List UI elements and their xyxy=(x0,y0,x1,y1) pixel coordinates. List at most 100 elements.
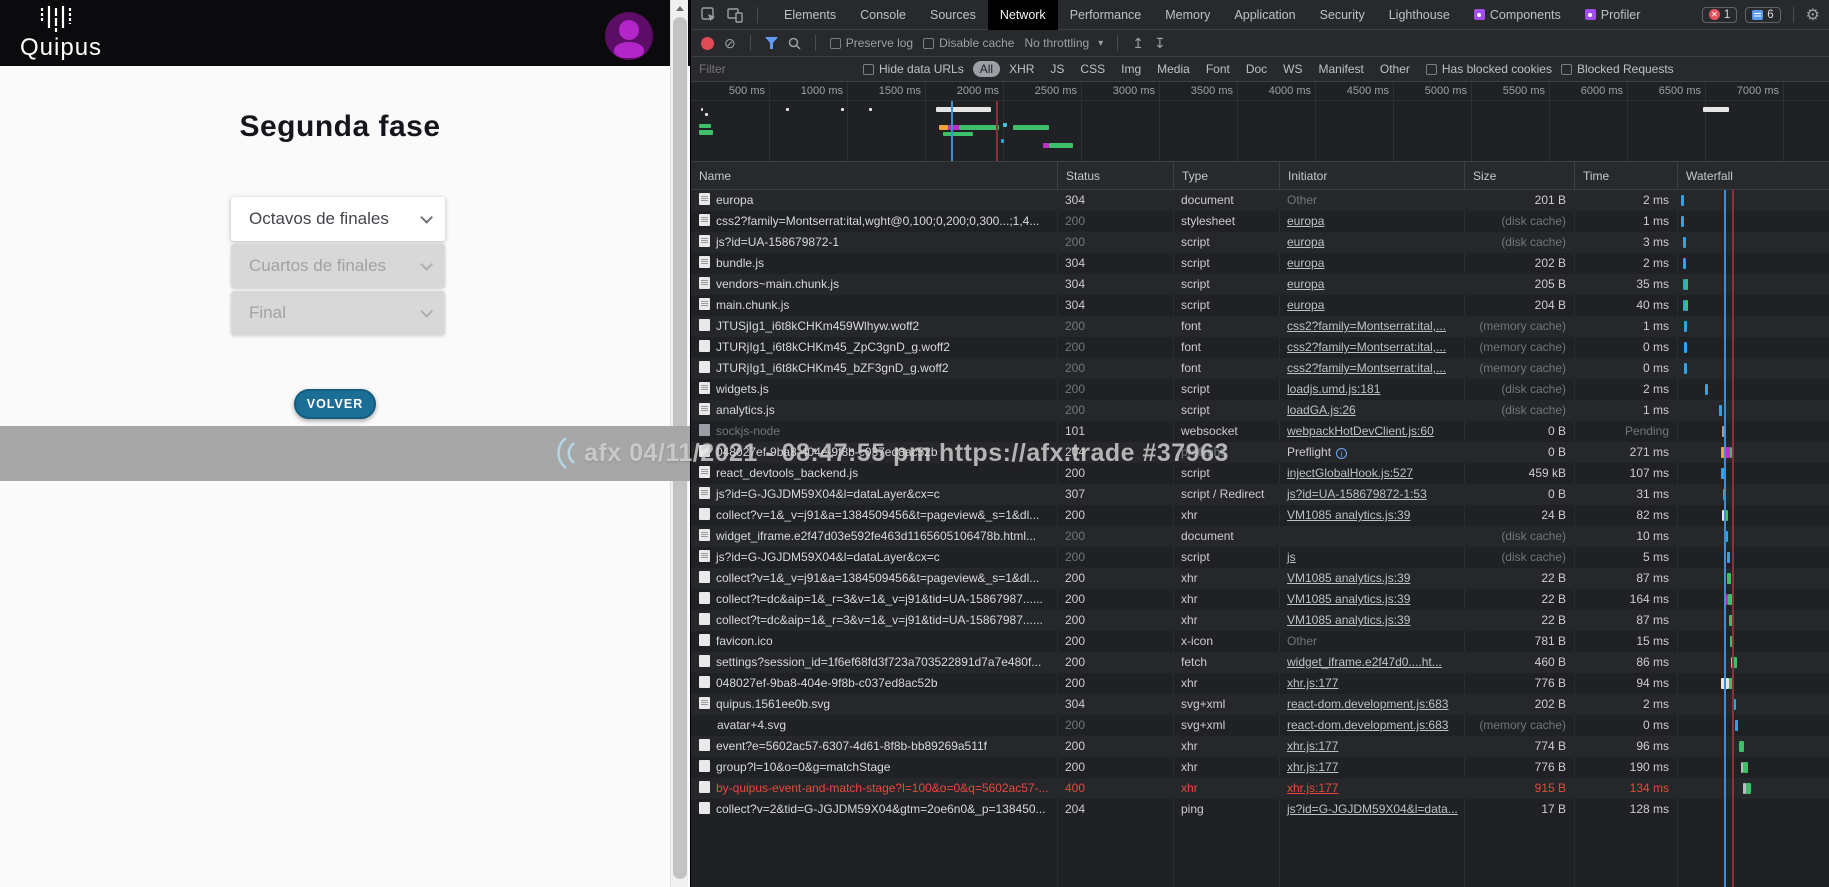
table-row[interactable]: group?l=10&o=0&g=matchStage 200 xhr xhr.js:… xyxy=(691,757,1829,778)
initiator-link[interactable]: loadjs.umd.js:181 xyxy=(1287,382,1380,396)
initiator-cell[interactable]: VM1085 analytics.js:39 xyxy=(1279,505,1464,526)
request-name-cell[interactable]: JTUSjIg1_i6t8kCHKm459Wlhyw.woff2 xyxy=(691,316,1057,337)
initiator-cell[interactable]: xhr.js:177 xyxy=(1279,757,1464,778)
initiator-link[interactable]: widget_iframe.e2f47d0....ht... xyxy=(1287,655,1442,669)
initiator-link[interactable]: xhr.js:177 xyxy=(1287,781,1338,795)
request-name-cell[interactable]: collect?t=dc&aip=1&_r=3&v=1&_v=j91&tid=U… xyxy=(691,589,1057,610)
scroll-up-arrow-icon[interactable] xyxy=(671,0,689,16)
initiator-cell[interactable]: europa xyxy=(1279,295,1464,316)
request-name-cell[interactable]: avatar+4.svg xyxy=(691,715,1057,736)
table-row[interactable]: js?id=G-JGJDM59X04&l=dataLayer&cx=c 307 sc… xyxy=(691,484,1829,505)
table-row[interactable]: avatar+4.svg 200 svg+xml react-dom.developm… xyxy=(691,715,1829,736)
initiator-link[interactable]: VM1085 analytics.js:39 xyxy=(1287,571,1410,585)
initiator-cell[interactable]: css2?family=Montserrat:ital,... xyxy=(1279,337,1464,358)
column-header-name[interactable]: Name xyxy=(691,162,1057,190)
tab-console[interactable]: Console xyxy=(848,0,918,30)
column-header-waterfall[interactable]: Waterfall xyxy=(1677,162,1829,190)
disable-cache-checkbox[interactable]: Disable cache xyxy=(923,36,1014,50)
hide-data-urls-checkbox[interactable]: Hide data URLs xyxy=(863,62,964,76)
request-name-cell[interactable]: favicon.ico xyxy=(691,631,1057,652)
request-name-cell[interactable]: collect?v=1&_v=j91&a=1384509456&t=pagevi… xyxy=(691,568,1057,589)
initiator-cell[interactable]: xhr.js:177 xyxy=(1279,778,1464,799)
filter-type-ws[interactable]: WS xyxy=(1276,61,1309,77)
table-row[interactable]: quipus.1561ee0b.svg 304 svg+xml react-dom.d… xyxy=(691,694,1829,715)
table-row[interactable]: js?id=UA-158679872-1 200 script europa (disk… xyxy=(691,232,1829,253)
tab-sources[interactable]: Sources xyxy=(918,0,988,30)
table-row[interactable]: analytics.js 200 script loadGA.js:26 (disk c… xyxy=(691,400,1829,421)
initiator-cell[interactable]: VM1085 analytics.js:39 xyxy=(1279,589,1464,610)
initiator-link[interactable]: europa xyxy=(1287,277,1324,291)
tab-components[interactable]: Components xyxy=(1462,0,1573,30)
initiator-link[interactable]: react-dom.development.js:683 xyxy=(1287,718,1448,732)
table-row[interactable]: css2?family=Montserrat:ital,wght@0,100;0… xyxy=(691,211,1829,232)
request-name-cell[interactable]: bundle.js xyxy=(691,253,1057,274)
request-name-cell[interactable]: collect?t=dc&aip=1&_r=3&v=1&_v=j91&tid=U… xyxy=(691,610,1057,631)
request-name-cell[interactable]: analytics.js xyxy=(691,400,1057,421)
export-har-icon[interactable]: ↧ xyxy=(1154,35,1166,52)
column-header-size[interactable]: Size xyxy=(1464,162,1574,190)
initiator-cell[interactable]: xhr.js:177 xyxy=(1279,673,1464,694)
accordion-item-final[interactable]: Final xyxy=(231,291,445,335)
tab-memory[interactable]: Memory xyxy=(1153,0,1222,30)
initiator-cell[interactable]: europa xyxy=(1279,274,1464,295)
filter-type-css[interactable]: CSS xyxy=(1073,61,1112,77)
initiator-cell[interactable]: react-dom.development.js:683 xyxy=(1279,715,1464,736)
network-overview-timeline[interactable]: 500 ms 1000 ms 1500 ms 2000 ms 2500 ms 3000 m… xyxy=(691,82,1829,162)
filter-type-other[interactable]: Other xyxy=(1373,61,1417,77)
table-row[interactable]: collect?t=dc&aip=1&_r=3&v=1&_v=j91&tid=U… xyxy=(691,610,1829,631)
initiator-cell[interactable]: js?id=G-JGJDM59X04&l=data... xyxy=(1279,799,1464,820)
initiator-cell[interactable]: europa xyxy=(1279,211,1464,232)
request-name-cell[interactable]: JTURjIg1_i6t8kCHKm45_bZF3gnD_g.woff2 xyxy=(691,358,1057,379)
table-row[interactable]: europa 304 document Other 201 B 2 ms xyxy=(691,190,1829,211)
filter-type-js[interactable]: JS xyxy=(1043,61,1071,77)
initiator-cell[interactable]: webpackHotDevClient.js:60 xyxy=(1279,421,1464,442)
initiator-link[interactable]: VM1085 analytics.js:39 xyxy=(1287,508,1410,522)
table-row[interactable]: widget_iframe.e2f47d03e592fe463d11656051… xyxy=(691,526,1829,547)
table-row[interactable]: vendors~main.chunk.js 304 script europa 205 … xyxy=(691,274,1829,295)
search-icon[interactable] xyxy=(788,37,801,50)
initiator-link[interactable]: europa xyxy=(1287,235,1324,249)
quipus-logo[interactable]: Quipus xyxy=(20,6,102,62)
filter-type-manifest[interactable]: Manifest xyxy=(1312,61,1371,77)
initiator-cell[interactable]: widget_iframe.e2f47d0....ht... xyxy=(1279,652,1464,673)
filter-type-all[interactable]: All xyxy=(972,61,1001,77)
error-count-badge[interactable]: ✕ 1 xyxy=(1701,6,1738,23)
table-row[interactable]: favicon.ico 200 x-icon Other 781 B 15 ms xyxy=(691,631,1829,652)
initiator-cell[interactable]: europa xyxy=(1279,253,1464,274)
initiator-link[interactable]: js?id=UA-158679872-1:53 xyxy=(1287,487,1427,501)
request-name-cell[interactable]: collect?v=1&_v=j91&a=1384509456&t=pagevi… xyxy=(691,505,1057,526)
filter-type-xhr[interactable]: XHR xyxy=(1002,61,1041,77)
initiator-cell[interactable]: loadGA.js:26 xyxy=(1279,400,1464,421)
import-har-icon[interactable]: ↥ xyxy=(1132,35,1144,52)
request-name-cell[interactable]: event?e=5602ac57-6307-4d61-8f8b-bb89269a… xyxy=(691,736,1057,757)
filter-type-font[interactable]: Font xyxy=(1199,61,1237,77)
table-row[interactable]: JTUSjIg1_i6t8kCHKm459Wlhyw.woff2 200 font c… xyxy=(691,316,1829,337)
initiator-link[interactable]: europa xyxy=(1287,214,1324,228)
accordion-item-cuartos-de-finales[interactable]: Cuartos de finales xyxy=(231,244,445,288)
device-toolbar-icon[interactable] xyxy=(727,7,743,23)
initiator-cell[interactable]: VM1085 analytics.js:39 xyxy=(1279,568,1464,589)
initiator-cell[interactable]: react-dom.development.js:683 xyxy=(1279,694,1464,715)
initiator-link[interactable]: xhr.js:177 xyxy=(1287,760,1338,774)
request-name-cell[interactable]: europa xyxy=(691,190,1057,211)
table-row[interactable]: collect?t=dc&aip=1&_r=3&v=1&_v=j91&tid=U… xyxy=(691,589,1829,610)
user-avatar[interactable] xyxy=(605,12,653,60)
request-name-cell[interactable]: main.chunk.js xyxy=(691,295,1057,316)
tab-security[interactable]: Security xyxy=(1308,0,1377,30)
table-row[interactable]: JTURjIg1_i6t8kCHKm45_ZpC3gnD_g.woff2 200 f… xyxy=(691,337,1829,358)
initiator-link[interactable]: css2?family=Montserrat:ital,... xyxy=(1287,361,1446,375)
request-name-cell[interactable]: 048027ef-9ba8-404e-9f8b-c037ed8ac52b xyxy=(691,673,1057,694)
filter-type-doc[interactable]: Doc xyxy=(1239,61,1274,77)
request-name-cell[interactable]: collect?v=2&tid=G-JGJDM59X04&gtm=2oe6n0&… xyxy=(691,799,1057,820)
column-header-time[interactable]: Time xyxy=(1574,162,1677,190)
preflight-info-icon[interactable]: i xyxy=(1336,448,1348,459)
initiator-link[interactable]: react-dom.development.js:683 xyxy=(1287,697,1448,711)
table-row[interactable]: js?id=G-JGJDM59X04&l=dataLayer&cx=c 200 sc… xyxy=(691,547,1829,568)
initiator-cell[interactable]: css2?family=Montserrat:ital,... xyxy=(1279,316,1464,337)
initiator-link[interactable]: injectGlobalHook.js:527 xyxy=(1287,466,1413,480)
record-button[interactable] xyxy=(701,36,714,50)
tab-lighthouse[interactable]: Lighthouse xyxy=(1377,0,1462,30)
table-row[interactable]: collect?v=1&_v=j91&a=1384509456&t=pagevi… xyxy=(691,505,1829,526)
initiator-link[interactable]: europa xyxy=(1287,298,1324,312)
volver-button[interactable]: VOLVER xyxy=(294,389,376,419)
